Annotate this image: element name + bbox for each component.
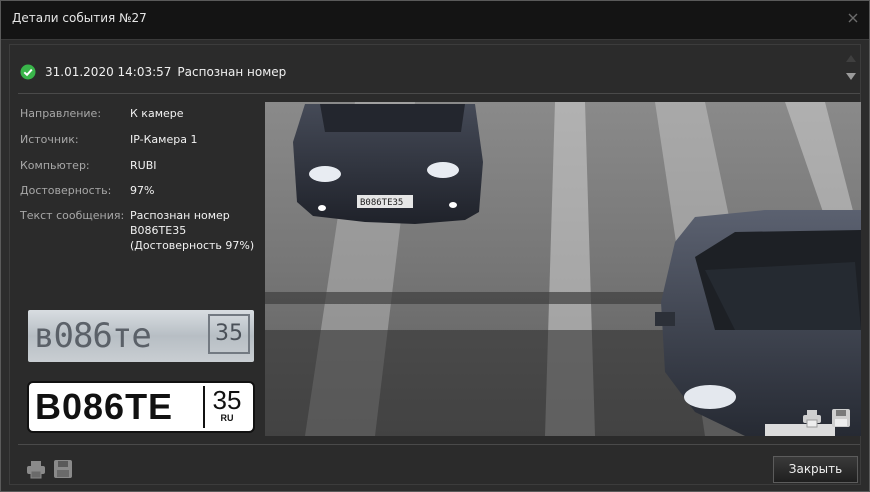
save-icon[interactable] xyxy=(53,459,73,479)
detail-label: Направление: xyxy=(20,107,102,120)
check-icon xyxy=(20,64,36,80)
plate-crop-number: в086те xyxy=(34,316,152,356)
close-icon[interactable] xyxy=(845,10,861,26)
camera-photo-scene: B086TE35 xyxy=(265,102,861,436)
photo-print-icon[interactable] xyxy=(802,408,822,428)
detail-value: Распознан номер B086TE35 (Достоверность … xyxy=(130,209,255,252)
event-header: 31.01.2020 14:03:57 Распознан номер xyxy=(20,63,286,81)
window-title: Детали события №27 xyxy=(12,11,147,25)
detail-label: Достоверность: xyxy=(20,184,112,197)
plate-number: B086TE xyxy=(35,386,174,427)
title-bar: Детали события №27 xyxy=(1,1,869,40)
header-divider xyxy=(18,93,860,94)
plate-country: RU xyxy=(220,413,234,423)
plate-region: 35 xyxy=(212,385,242,415)
plate-region-box: 35 RU xyxy=(203,386,249,428)
photo-save-icon[interactable] xyxy=(831,408,851,428)
camera-photo: B086TE35 xyxy=(265,102,861,436)
detail-label: Источник: xyxy=(20,133,79,146)
event-details-window: Детали события №27 31.01.2020 14:03:57 Р… xyxy=(0,0,870,492)
detail-value: 97% xyxy=(130,184,155,197)
detail-value: RUBI xyxy=(130,159,157,172)
footer-divider xyxy=(18,444,860,445)
detail-label: Текст сообщения: xyxy=(20,209,125,222)
event-text: Распознан номер xyxy=(177,65,287,79)
details-panel: 31.01.2020 14:03:57 Распознан номер Напр… xyxy=(9,44,861,485)
photo-plate-1: B086TE35 xyxy=(360,198,403,208)
license-plate: B086TE 35 RU xyxy=(27,381,255,433)
plate-crop-image: в086те 35 xyxy=(28,310,254,362)
close-button[interactable]: Закрыть xyxy=(773,456,858,483)
scroll-down-icon[interactable] xyxy=(846,73,856,81)
plate-crop-region: 35 xyxy=(208,314,250,354)
detail-value: К камере xyxy=(130,107,184,120)
event-timestamp: 31.01.2020 14:03:57 xyxy=(45,65,172,79)
scroll-up-icon[interactable] xyxy=(846,54,856,62)
detail-label: Компьютер: xyxy=(20,159,90,172)
detail-value: IP-Камера 1 xyxy=(130,133,198,146)
print-icon[interactable] xyxy=(26,459,46,479)
